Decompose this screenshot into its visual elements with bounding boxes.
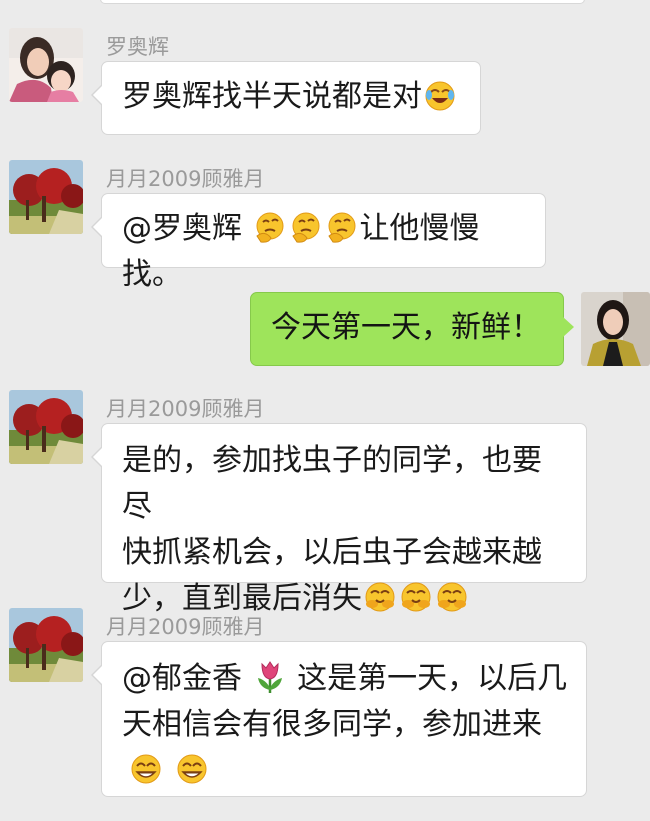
giggle-emoji-icon	[435, 580, 469, 614]
thinking-emoji-icon	[325, 210, 359, 244]
message-bubble[interactable]: @郁金香 这是第一天，以后几 天相信会有很多同学，参加进来	[91, 641, 587, 797]
laughing-crying-emoji-icon	[423, 78, 457, 112]
tulip-icon	[253, 660, 287, 694]
avatar[interactable]	[9, 390, 83, 464]
sender-name: 月月2009顾雅月	[106, 397, 265, 421]
mention-text[interactable]: @郁金香	[122, 661, 242, 696]
message-bubble[interactable]: 罗奥辉找半天说都是对	[91, 61, 481, 135]
previous-message-bubble[interactable]	[100, 0, 585, 4]
message-bubble[interactable]: 今天第一天，新鲜！	[250, 292, 574, 366]
sender-name: 月月2009顾雅月	[106, 167, 265, 191]
avatar[interactable]	[9, 608, 83, 682]
sender-name: 罗奥辉	[106, 35, 169, 59]
message-line: 天相信会有很多同学，参加进来	[122, 707, 542, 742]
message-line: 快抓紧机会，以后虫子会越来越	[122, 535, 542, 570]
message-line: 这是第一天，以后几	[297, 661, 568, 696]
thinking-emoji-icon	[253, 210, 287, 244]
grin-emoji-icon	[129, 752, 163, 786]
message-bubble[interactable]: @罗奥辉 让他慢慢找。	[91, 193, 546, 292]
giggle-emoji-icon	[399, 580, 433, 614]
message-bubble[interactable]: 是的，参加找虫子的同学，也要尽 快抓紧机会，以后虫子会越来越 少，直到最后消失	[91, 423, 587, 616]
giggle-emoji-icon	[363, 580, 397, 614]
avatar[interactable]	[581, 292, 650, 366]
message-text: 今天第一天，新鲜！	[271, 310, 541, 345]
thinking-emoji-icon	[289, 210, 323, 244]
chat-thread: 罗奥辉 罗奥辉找半天说都是对 月月2009顾雅月 @罗奥辉 让他慢慢找。 今天第…	[0, 0, 650, 821]
avatar[interactable]	[9, 28, 83, 102]
avatar[interactable]	[9, 160, 83, 234]
sender-name: 月月2009顾雅月	[106, 615, 265, 639]
grin-emoji-icon	[175, 752, 209, 786]
message-text: 罗奥辉找半天说都是对	[122, 79, 422, 114]
message-line: 是的，参加找虫子的同学，也要尽	[122, 443, 542, 524]
mention-text[interactable]: @罗奥辉	[122, 211, 242, 246]
